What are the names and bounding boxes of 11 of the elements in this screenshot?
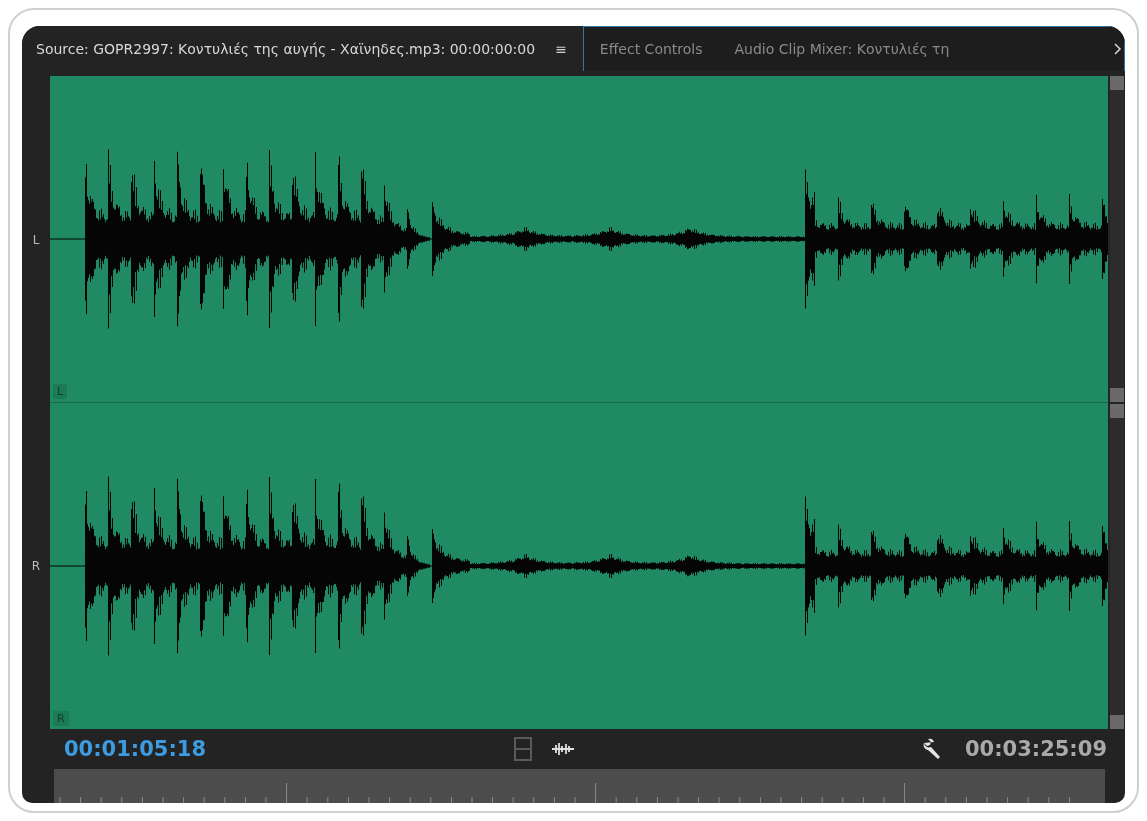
channel-tag: L [53,384,68,400]
channel-tag: R [53,711,69,727]
scrollbar[interactable] [1110,76,1124,402]
duration-time: 00:03:25:09 [964,737,1107,762]
channel-label: R [31,559,41,574]
channel-label: L [32,232,40,247]
current-time[interactable]: 00:01:05:18 [64,737,207,762]
film-icon[interactable] [513,737,532,762]
waveform-icon[interactable] [551,742,574,757]
chevron-icon[interactable] [1114,43,1122,56]
scrollbar[interactable] [1110,403,1124,730]
